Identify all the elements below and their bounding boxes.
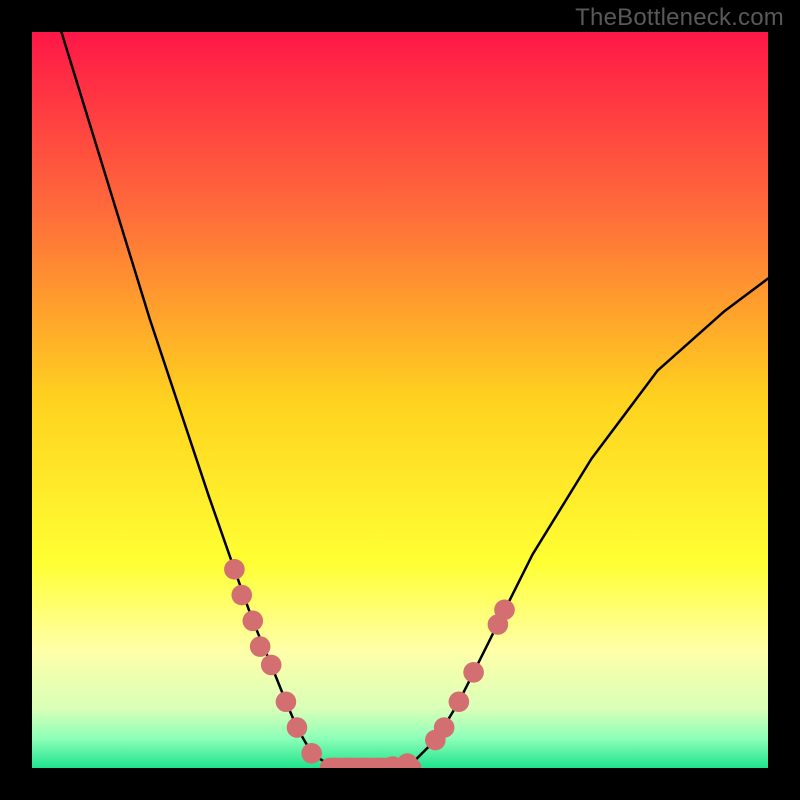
marker-left-cluster bbox=[250, 636, 271, 657]
marker-left-cluster bbox=[301, 743, 322, 764]
marker-right-cluster bbox=[449, 691, 470, 712]
marker-left-cluster bbox=[261, 655, 282, 676]
marker-left-cluster bbox=[231, 585, 252, 606]
marker-right-cluster bbox=[463, 662, 484, 683]
plot-area bbox=[32, 32, 768, 768]
marker-left-cluster bbox=[243, 611, 264, 632]
marker-right-cluster bbox=[494, 599, 515, 620]
marker-left-cluster bbox=[276, 691, 297, 712]
gradient-background bbox=[32, 32, 768, 768]
marker-right-cluster bbox=[434, 717, 455, 738]
chart-svg bbox=[32, 32, 768, 768]
chart-container: TheBottleneck.com bbox=[0, 0, 800, 800]
watermark-text: TheBottleneck.com bbox=[575, 4, 784, 32]
marker-left-cluster bbox=[287, 717, 308, 738]
marker-left-cluster bbox=[224, 559, 245, 580]
